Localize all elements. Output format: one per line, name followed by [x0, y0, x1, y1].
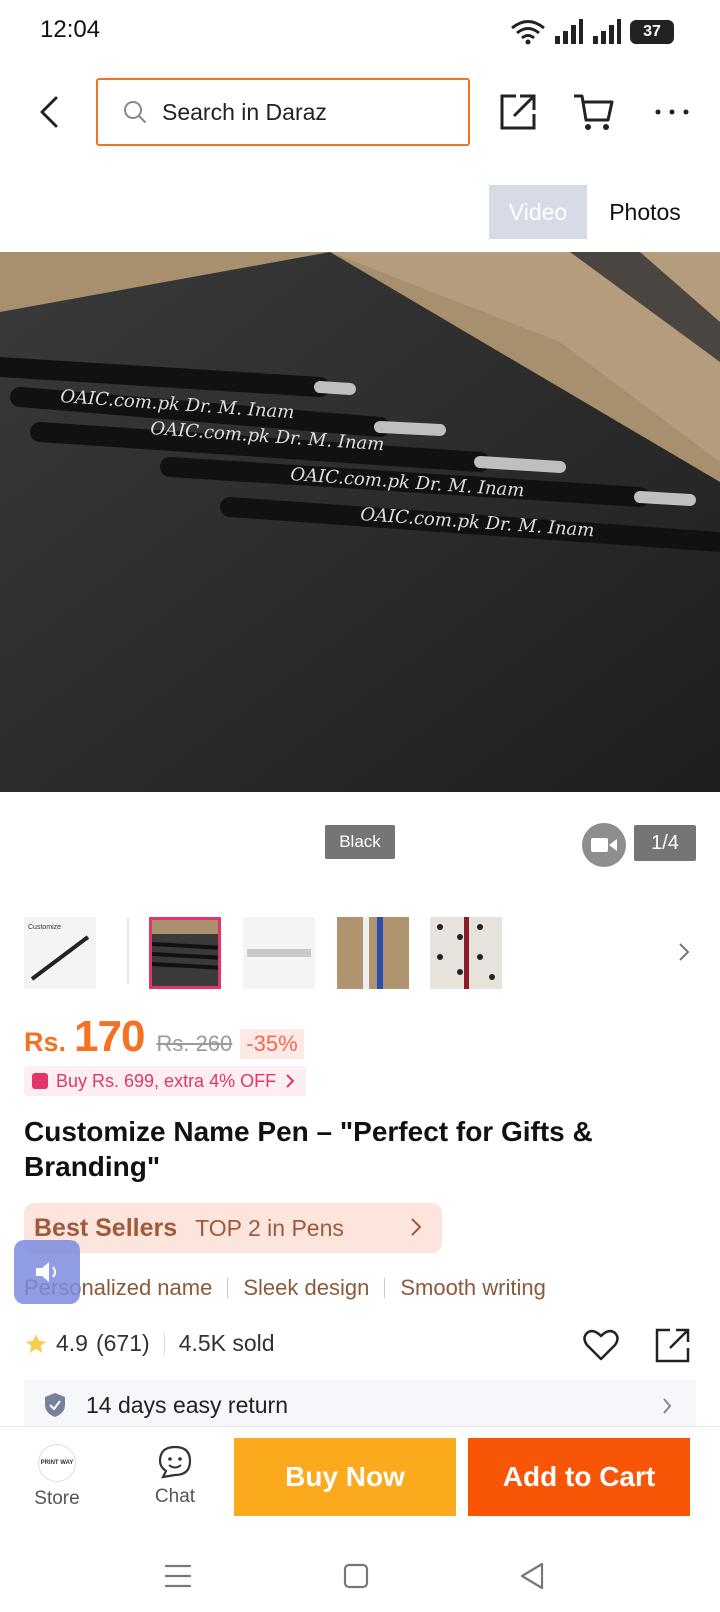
original-price: Rs. 260: [156, 1031, 233, 1056]
thumbnail-divider: [127, 918, 129, 984]
highlight-item: Sleek design: [243, 1275, 370, 1300]
best-sellers-banner[interactable]: Best Sellers TOP 2 in Pens: [24, 1203, 442, 1253]
store-logo: PRINT WAY: [38, 1444, 76, 1482]
rating-score: 4.9: [56, 1330, 88, 1356]
product-image[interactable]: OAIC.com.pk Dr. M. Inam OAIC.com.pk Dr. …: [0, 252, 720, 792]
heart-icon[interactable]: [582, 1326, 620, 1364]
divider: [227, 1278, 229, 1298]
return-policy-text: 14 days easy return: [86, 1391, 289, 1418]
status-icons: 37: [510, 18, 674, 46]
svg-text:Customize: Customize: [28, 924, 61, 931]
chevron-right-icon: [663, 1398, 672, 1414]
more-icon[interactable]: [650, 90, 694, 134]
voucher-icon: [32, 1073, 48, 1089]
price-currency: Rs.: [24, 1027, 67, 1057]
buy-now-button[interactable]: Buy Now: [234, 1438, 456, 1516]
rating-row[interactable]: 4.9 (671) 4.5K sold: [24, 1330, 275, 1357]
back-icon[interactable]: [510, 1554, 554, 1598]
thumbnail-3[interactable]: [243, 917, 315, 989]
floating-audio-button[interactable]: [14, 1240, 80, 1304]
video-camera-icon[interactable]: [582, 823, 626, 867]
chat-label: Chat: [154, 1486, 196, 1507]
shield-check-icon: [45, 1393, 65, 1417]
discount-badge: -35%: [240, 1029, 304, 1059]
sold-count: 4.5K sold: [178, 1330, 275, 1356]
thumbnail-4[interactable]: [337, 917, 409, 989]
promo-text: Buy Rs. 699, extra 4% OFF: [56, 1070, 277, 1091]
chat-icon: [158, 1445, 192, 1479]
store-button[interactable]: PRINT WAY Store: [24, 1444, 90, 1516]
wifi-icon: [511, 20, 545, 45]
cart-icon[interactable]: [572, 90, 616, 134]
clock: 12:04: [40, 16, 101, 43]
home-icon[interactable]: [334, 1554, 378, 1598]
variant-badge: Black: [325, 825, 395, 859]
add-to-cart-button[interactable]: Add to Cart: [468, 1438, 690, 1516]
share-icon[interactable]: [654, 1326, 692, 1364]
image-counter: 1/4: [634, 825, 696, 861]
chat-button[interactable]: Chat: [142, 1444, 208, 1516]
current-price: 170: [74, 1012, 145, 1061]
back-arrow-icon[interactable]: [30, 92, 70, 132]
tab-photos[interactable]: Photos: [600, 185, 690, 239]
divider: [384, 1278, 386, 1298]
star-icon: [26, 1333, 46, 1353]
best-sellers-label: Best Sellers: [34, 1213, 178, 1242]
chevron-right-icon[interactable]: [674, 940, 694, 964]
thumbnail-1[interactable]: Customize: [24, 917, 96, 989]
share-icon[interactable]: [496, 90, 540, 134]
search-input[interactable]: Search in Daraz: [96, 78, 470, 146]
search-placeholder: Search in Daraz: [162, 98, 327, 125]
chevron-right-icon: [286, 1074, 295, 1088]
highlights: Personalized name Sleek design Smooth wr…: [24, 1275, 546, 1301]
menu-icon[interactable]: [156, 1554, 200, 1598]
return-policy-row[interactable]: 14 days easy return: [24, 1380, 696, 1430]
search-icon: [124, 101, 146, 123]
store-label: Store: [34, 1488, 80, 1509]
status-bar: 12:04 37: [0, 0, 720, 64]
thumbnail-5[interactable]: [430, 917, 502, 989]
pens-photo: OAIC.com.pk Dr. M. Inam OAIC.com.pk Dr. …: [0, 252, 720, 792]
thumbnail-2[interactable]: [149, 917, 221, 989]
highlight-item: Smooth writing: [400, 1275, 546, 1300]
price-row: Rs. 170 Rs. 260 -35%: [24, 1012, 304, 1064]
divider: [163, 1332, 165, 1355]
product-title: Customize Name Pen – "Perfect for Gifts …: [24, 1116, 593, 1182]
chevron-right-icon: [411, 1218, 422, 1236]
signal-icon-2: [593, 19, 621, 44]
promo-voucher[interactable]: Buy Rs. 699, extra 4% OFF: [24, 1066, 307, 1096]
tab-video[interactable]: Video: [489, 185, 587, 239]
rating-count: (671): [95, 1330, 150, 1356]
speaker-icon: [36, 1262, 56, 1282]
best-sellers-rank: TOP 2 in Pens: [195, 1214, 344, 1241]
signal-icon: [555, 19, 583, 44]
battery-icon: 37: [630, 20, 674, 44]
